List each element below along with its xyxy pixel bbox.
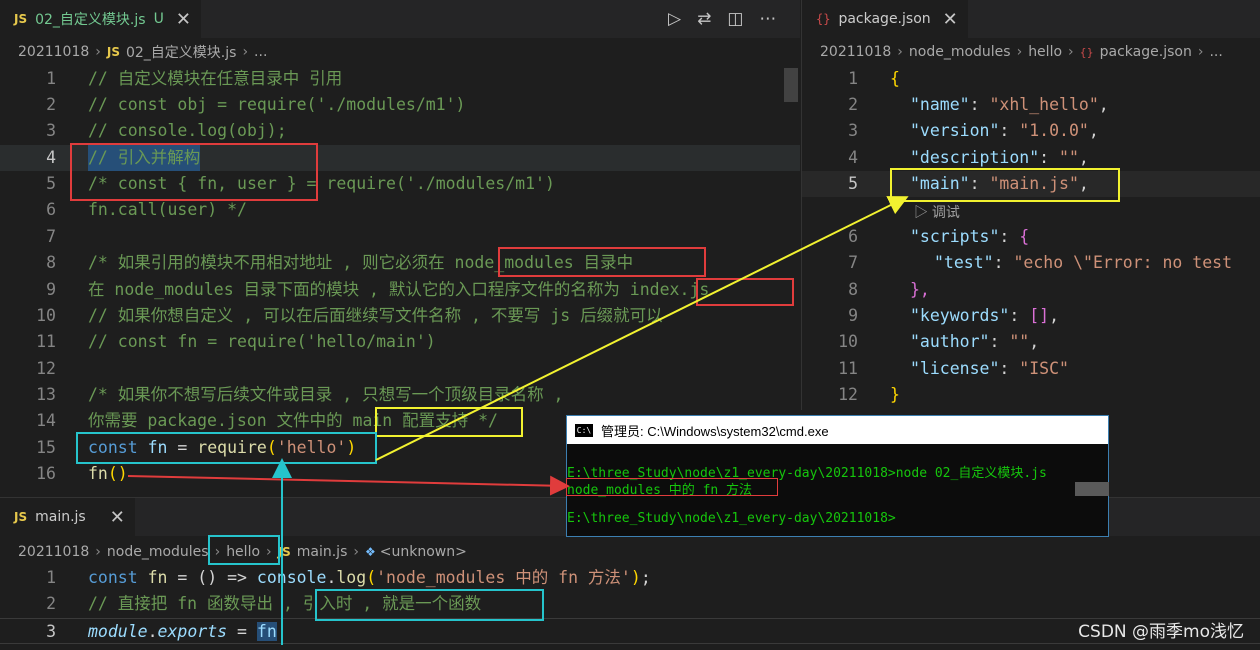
code-line: 8/* 如果引用的模块不用相对地址 , 则它必须在 node_modules 目…: [46, 253, 634, 272]
chevron-right-icon: ›: [1197, 44, 1204, 60]
tab-package-json[interactable]: {} package.json ✕: [802, 0, 968, 38]
chevron-right-icon: ›: [266, 544, 272, 560]
code-line: 2// const obj = require('./modules/m1'): [46, 95, 466, 114]
symbol-cube-icon: ❖: [364, 545, 376, 559]
js-file-icon: JS: [14, 12, 28, 26]
compare-icon[interactable]: ⇄: [697, 9, 711, 29]
cmd-titlebar[interactable]: C:\ 管理员: C:\Windows\system32\cmd.exe: [567, 416, 1108, 444]
chevron-right-icon: ›: [897, 44, 903, 60]
debug-codelens[interactable]: ▷ 调试: [914, 202, 960, 222]
code-line: 1// 自定义模块在任意目录中 引用: [46, 69, 343, 88]
close-icon[interactable]: ✕: [943, 9, 958, 30]
tab-main-js[interactable]: JS main.js ✕: [0, 498, 135, 536]
breadcrumb-folder[interactable]: 20211018: [18, 44, 89, 60]
chevron-right-icon: ›: [242, 44, 249, 60]
breadcrumb: 20211018 › node_modules › hello › {} pac…: [802, 38, 1260, 66]
breadcrumb-file[interactable]: 02_自定义模块.js: [126, 42, 236, 62]
code-line: 11// const fn = require('hello/main'): [36, 332, 436, 351]
code-line: 4// 引入并解构: [0, 145, 800, 171]
breadcrumb-more[interactable]: ...: [254, 44, 267, 60]
breadcrumb-folder[interactable]: 20211018: [18, 544, 89, 560]
chevron-right-icon: ›: [353, 544, 359, 560]
breadcrumb-file[interactable]: package.json: [1100, 44, 1192, 60]
code-line: 5 "main": "main.js",: [802, 171, 1260, 197]
code-line: 1 const fn = () => console.log('node_modu…: [46, 568, 651, 587]
code-area[interactable]: 1 const fn = () => console.log('node_modu…: [0, 565, 1260, 650]
editor-actions: ▷ ⇄ ◫ ⋯: [668, 0, 776, 38]
code-line: 1{: [848, 69, 900, 88]
code-line: 10// 如果你想自定义 , 可以在后面继续写文件名称 , 不要写 js 后缀就…: [36, 306, 663, 325]
right-tabbar: {} package.json ✕: [802, 0, 1260, 38]
cmd-icon: C:\: [575, 423, 593, 437]
cmd-prompt-line: E:\three_Study\node\z1_every-day\2021101…: [567, 511, 896, 526]
right-editor: {} package.json ✕ 20211018 › node_module…: [801, 0, 1260, 410]
cmd-output-line: node_modules 中的 fn 方法: [567, 483, 753, 498]
tab-untracked-badge: U: [153, 11, 164, 27]
breadcrumb-symbol[interactable]: <unknown>: [380, 544, 467, 560]
csdn-watermark: CSDN @雨季mo浅忆: [1078, 622, 1244, 642]
code-line: 9 "keywords": [],: [848, 306, 1060, 325]
code-line: 5/* const { fn, user } = require('./modu…: [46, 174, 555, 193]
left-tabbar: JS 02_自定义模块.js U ✕ ▷ ⇄ ◫ ⋯: [0, 0, 800, 38]
breadcrumb-folder[interactable]: node_modules: [107, 544, 209, 560]
chevron-right-icon: ›: [1016, 44, 1023, 60]
chevron-right-icon: ›: [95, 44, 101, 60]
js-file-icon: JS: [106, 45, 120, 59]
code-line: 9在 node_modules 目录下面的模块 , 默认它的入口程序文件的名称为…: [46, 280, 710, 299]
breadcrumb: 20211018 › node_modules › hello › JS mai…: [0, 538, 1260, 566]
close-icon[interactable]: ✕: [110, 507, 125, 528]
code-line: 12}: [838, 385, 900, 404]
breadcrumb: 20211018 › JS 02_自定义模块.js › ...: [0, 38, 800, 66]
code-line: 3 "version": "1.0.0",: [848, 121, 1099, 140]
breadcrumb-file[interactable]: main.js: [297, 544, 348, 560]
code-line: 6 fn.call(user) */: [46, 200, 247, 219]
cmd-window[interactable]: C:\ 管理员: C:\Windows\system32\cmd.exe E:\…: [566, 415, 1109, 537]
code-line: 4 "description": "",: [848, 148, 1089, 167]
breadcrumb-folder[interactable]: hello: [226, 544, 260, 560]
code-line: 3 module.exports = fn: [0, 618, 1260, 644]
more-actions-icon[interactable]: ⋯: [759, 9, 776, 29]
code-line: 6 "scripts": {: [848, 227, 1030, 246]
npm-file-icon: {}: [816, 12, 831, 26]
code-line: 2// 直接把 fn 函数导出 , 引入时 , 就是一个函数: [46, 594, 482, 613]
code-line: 10 "author": "",: [838, 332, 1040, 351]
code-line: 7: [46, 227, 56, 246]
js-file-icon: JS: [14, 510, 28, 524]
cmd-title: 管理员: C:\Windows\system32\cmd.exe: [601, 423, 829, 439]
tab-title: package.json: [838, 11, 931, 27]
code-area[interactable]: 1{ 2 "name": "xhl_hello", 3 "version": "1.…: [802, 66, 1260, 410]
js-file-icon: JS: [277, 545, 291, 559]
minimap-scrollbar[interactable]: [784, 68, 798, 102]
chevron-right-icon: ›: [1068, 44, 1074, 60]
code-line: 12: [36, 359, 56, 378]
chevron-right-icon: ›: [95, 544, 101, 560]
code-line: 13/* 如果你不想写后续文件或目录 , 只想写一个顶级目录名称 ,: [36, 385, 564, 404]
npm-file-icon: {}: [1079, 45, 1094, 59]
breadcrumb-folder[interactable]: node_modules: [909, 44, 1011, 60]
chevron-right-icon: ›: [214, 544, 221, 560]
breadcrumb-more[interactable]: ...: [1209, 44, 1222, 60]
code-line: 11 "license": "ISC": [838, 359, 1069, 378]
split-editor-icon[interactable]: ◫: [727, 9, 743, 29]
close-icon[interactable]: ✕: [176, 9, 191, 30]
cmd-scrollbar[interactable]: [1075, 482, 1109, 496]
tab-title: main.js: [35, 509, 86, 525]
code-line: 8},: [848, 280, 930, 299]
run-icon[interactable]: ▷: [668, 9, 681, 29]
code-line: 3// console.log(obj);: [46, 121, 287, 140]
breadcrumb-folder[interactable]: 20211018: [820, 44, 891, 60]
breadcrumb-folder[interactable]: hello: [1028, 44, 1062, 60]
tab-title: 02_自定义模块.js: [35, 12, 146, 28]
code-line: 7 "test": "echo \"Error: no test: [848, 253, 1233, 272]
code-line: 2 "name": "xhl_hello",: [848, 95, 1109, 114]
tab-02-custom-module[interactable]: JS 02_自定义模块.js U ✕: [0, 0, 201, 38]
